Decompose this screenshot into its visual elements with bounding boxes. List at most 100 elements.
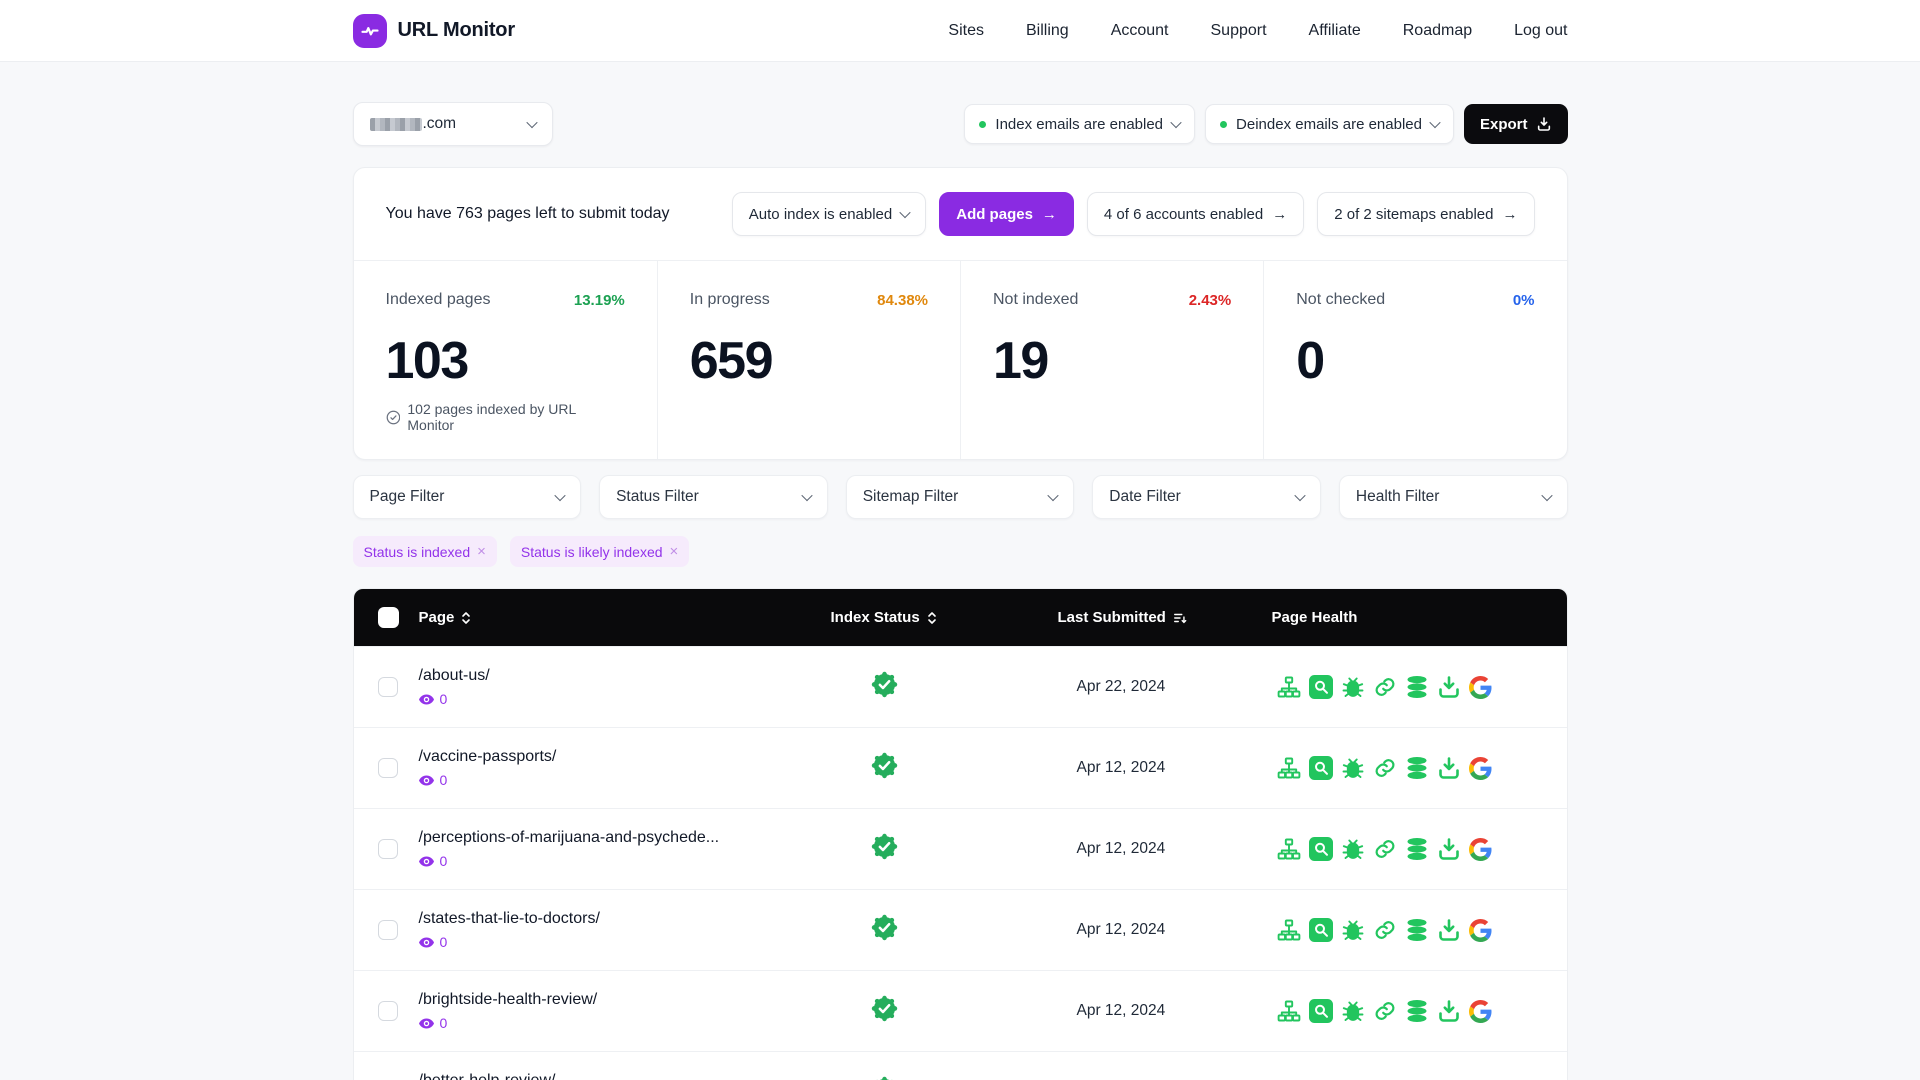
- bug-icon[interactable]: [1341, 837, 1365, 861]
- page-url[interactable]: /vaccine-passports/: [419, 748, 831, 766]
- remove-chip-icon[interactable]: ×: [670, 544, 679, 559]
- google-icon[interactable]: [1468, 675, 1492, 699]
- remove-chip-icon[interactable]: ×: [477, 544, 486, 559]
- arrow-right-icon: →: [1272, 205, 1288, 223]
- row-checkbox[interactable]: [377, 758, 398, 778]
- chevron-down-icon: [554, 489, 566, 502]
- file-search-icon[interactable]: [1308, 918, 1333, 942]
- link-icon[interactable]: [1373, 837, 1397, 861]
- filter-chip-label: Status is likely indexed: [520, 543, 663, 560]
- filter-dropdown[interactable]: Page Filter: [352, 475, 582, 519]
- database-icon[interactable]: [1405, 837, 1429, 861]
- deindex-emails-toggle[interactable]: Deindex emails are enabled: [1205, 104, 1454, 144]
- indexed-status-badge: [871, 671, 897, 698]
- google-icon[interactable]: [1468, 999, 1492, 1023]
- row-checkbox[interactable]: [377, 920, 398, 940]
- file-search-icon[interactable]: [1308, 837, 1333, 861]
- bug-icon[interactable]: [1341, 999, 1365, 1023]
- arrow-right-icon: →: [1041, 205, 1057, 223]
- sitemap-icon[interactable]: [1277, 837, 1301, 861]
- accounts-enabled-button[interactable]: 4 of 6 accounts enabled →: [1086, 192, 1305, 236]
- add-pages-button[interactable]: Add pages →: [939, 192, 1074, 236]
- add-pages-label: Add pages: [956, 205, 1033, 223]
- indexed-status-badge: [871, 995, 897, 1022]
- filter-dropdown[interactable]: Health Filter: [1338, 475, 1568, 519]
- chevron-down-icon: [801, 489, 813, 502]
- database-icon[interactable]: [1405, 918, 1429, 942]
- table-row: /better-help-review/ 0 Apr 12, 2024: [353, 1051, 1567, 1080]
- file-search-icon[interactable]: [1308, 756, 1333, 780]
- bug-icon[interactable]: [1341, 675, 1365, 699]
- download-icon[interactable]: [1437, 837, 1461, 861]
- nav-link[interactable]: Sites: [948, 22, 984, 40]
- page-url[interactable]: /better-help-review/: [419, 1072, 831, 1080]
- link-icon[interactable]: [1373, 675, 1397, 699]
- stat-card: Indexed pages 13.19% 103 102 pages index…: [354, 261, 657, 459]
- brand-logo[interactable]: URL Monitor: [352, 13, 515, 48]
- google-icon[interactable]: [1468, 756, 1492, 780]
- filter-dropdown[interactable]: Status Filter: [599, 475, 828, 519]
- top-nav: URL Monitor Sites Billing Account Suppor…: [0, 0, 1920, 62]
- filters-row: Page Filter Status Filter Sitemap Filter…: [352, 475, 1568, 519]
- file-search-icon[interactable]: [1308, 999, 1333, 1023]
- filter-dropdown[interactable]: Sitemap Filter: [845, 475, 1075, 519]
- filter-chip: Status is likely indexed ×: [509, 536, 690, 567]
- download-icon[interactable]: [1437, 999, 1461, 1023]
- page-url[interactable]: /perceptions-of-marijuana-and-psychede..…: [419, 829, 831, 847]
- nav-link[interactable]: Billing: [1026, 22, 1069, 40]
- nav-link[interactable]: Account: [1111, 22, 1169, 40]
- sitemaps-enabled-button[interactable]: 2 of 2 sitemaps enabled →: [1317, 192, 1535, 236]
- pages-table: Page Index Status Last Submitted Page He…: [352, 588, 1568, 1080]
- domain-select[interactable]: .com: [352, 102, 553, 146]
- last-submitted-date: Apr 12, 2024: [1076, 759, 1166, 776]
- download-icon[interactable]: [1437, 918, 1461, 942]
- row-checkbox[interactable]: [377, 677, 398, 697]
- link-icon[interactable]: [1373, 999, 1397, 1023]
- google-icon[interactable]: [1468, 837, 1492, 861]
- nav-link[interactable]: Roadmap: [1403, 22, 1472, 40]
- stat-label: Not indexed: [993, 291, 1079, 308]
- filter-dropdown[interactable]: Date Filter: [1092, 475, 1321, 519]
- page-url[interactable]: /brightside-health-review/: [419, 991, 831, 1009]
- sitemap-icon[interactable]: [1277, 918, 1301, 942]
- row-checkbox[interactable]: [377, 839, 398, 859]
- export-button[interactable]: Export: [1463, 104, 1568, 144]
- database-icon[interactable]: [1405, 756, 1429, 780]
- row-checkbox[interactable]: [377, 1001, 398, 1021]
- auto-index-toggle[interactable]: Auto index is enabled: [731, 192, 927, 236]
- nav-link[interactable]: Log out: [1514, 22, 1567, 40]
- filter-label: Page Filter: [369, 488, 445, 505]
- database-icon[interactable]: [1405, 675, 1429, 699]
- column-header-last-submitted[interactable]: Last Submitted: [1058, 609, 1272, 626]
- accounts-label: 4 of 6 accounts enabled: [1103, 205, 1264, 223]
- google-icon[interactable]: [1468, 918, 1492, 942]
- column-header-index-status[interactable]: Index Status: [831, 609, 1058, 626]
- sitemap-icon[interactable]: [1277, 675, 1301, 699]
- page-url[interactable]: /states-that-lie-to-doctors/: [419, 910, 831, 928]
- link-icon[interactable]: [1373, 756, 1397, 780]
- table-row: /about-us/ 0 Apr 22, 2024: [353, 646, 1567, 727]
- download-icon[interactable]: [1437, 756, 1461, 780]
- sort-descending-icon: [1173, 613, 1187, 623]
- sitemap-icon[interactable]: [1277, 999, 1301, 1023]
- sitemap-icon[interactable]: [1277, 756, 1301, 780]
- link-icon[interactable]: [1373, 918, 1397, 942]
- nav-link[interactable]: Affiliate: [1309, 22, 1361, 40]
- summary-card: You have 763 pages left to submit today …: [352, 167, 1568, 460]
- index-emails-toggle[interactable]: Index emails are enabled: [964, 104, 1196, 144]
- eye-icon: [418, 1018, 434, 1028]
- indexed-status-badge: [871, 752, 897, 779]
- stat-card: In progress 84.38% 659: [656, 261, 960, 459]
- file-search-icon[interactable]: [1308, 675, 1333, 699]
- bug-icon[interactable]: [1341, 756, 1365, 780]
- bug-icon[interactable]: [1341, 918, 1365, 942]
- column-header-page[interactable]: Page: [419, 609, 831, 626]
- page-health-icons: [1277, 837, 1567, 861]
- download-icon[interactable]: [1437, 675, 1461, 699]
- page-url[interactable]: /about-us/: [419, 667, 831, 685]
- last-submitted-date: Apr 12, 2024: [1076, 1002, 1166, 1019]
- database-icon[interactable]: [1405, 999, 1429, 1023]
- select-all-checkbox[interactable]: [377, 607, 399, 628]
- nav-link[interactable]: Support: [1211, 22, 1267, 40]
- table-row: /perceptions-of-marijuana-and-psychede..…: [353, 808, 1567, 889]
